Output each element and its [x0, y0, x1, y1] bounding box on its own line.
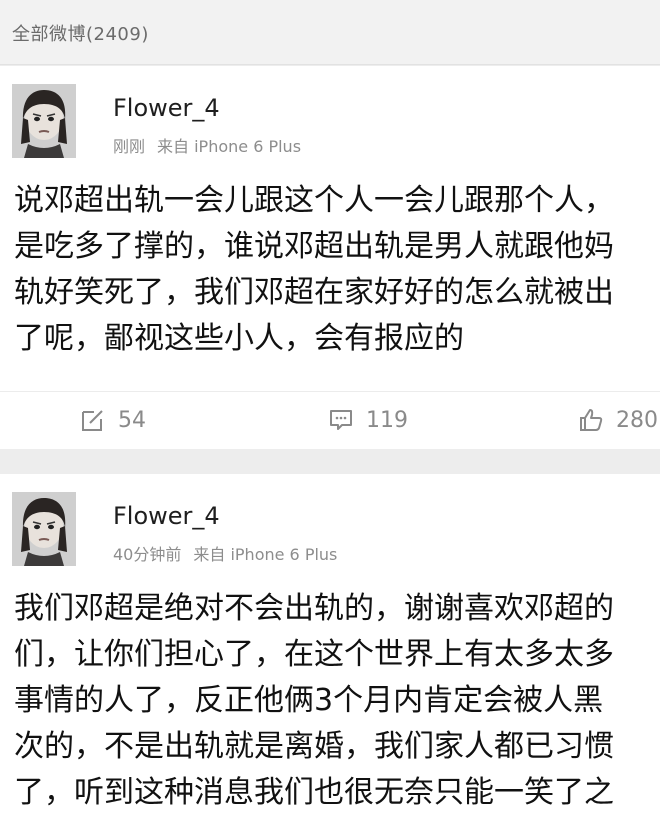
- post-meta: 刚刚 来自 iPhone 6 Plus: [113, 133, 301, 157]
- username[interactable]: Flower_4: [113, 94, 220, 122]
- post-meta: 40分钟前 来自 iPhone 6 Plus: [113, 541, 337, 565]
- all-weibo-count-title[interactable]: 全部微博(2409): [12, 20, 149, 46]
- post-text-line: 了呢，鄙视这些小人，会有报应的: [14, 321, 464, 356]
- avatar-portrait-icon: [12, 492, 76, 566]
- comment-count: 119: [366, 407, 408, 433]
- post-actions-bar: 54 119 280: [0, 391, 660, 450]
- post-text-line: 轨好笑死了，我们邓超在家好好的怎么就被出: [14, 275, 614, 310]
- post-time: 刚刚: [113, 137, 146, 156]
- post-source: 来自 iPhone 6 Plus: [193, 545, 338, 564]
- post-text-line: 了，听到这种消息我们也很无奈只能一笑了之: [14, 775, 614, 810]
- post-source: 来自 iPhone 6 Plus: [157, 137, 302, 156]
- weibo-post: Flower_4 刚刚 来自 iPhone 6 Plus 说邓超出轨一会儿跟这个人…: [0, 66, 660, 449]
- edit-square-icon: [82, 410, 103, 431]
- avatar-portrait-icon: [12, 84, 76, 158]
- thumbs-up-icon: [580, 409, 603, 431]
- like-count: 280: [616, 407, 658, 433]
- post-text-line: 次的，不是出轨就是离婚，我们家人都已习惯: [14, 729, 614, 764]
- repost-count: 54: [118, 407, 146, 433]
- top-bar: 全部微博(2409): [0, 0, 660, 65]
- avatar[interactable]: [12, 84, 76, 158]
- post-content: 我们邓超是绝对不会出轨的，谢谢喜欢邓超的 们，让你们担心了，在这个世界上有太多太…: [14, 586, 660, 816]
- post-text-line: 是吃多了撑的，谁说邓超出轨是男人就跟他妈: [14, 229, 614, 264]
- post-text-line: 我们邓超是绝对不会出轨的，谢谢喜欢邓超的: [14, 591, 614, 626]
- avatar[interactable]: [12, 492, 76, 566]
- username[interactable]: Flower_4: [113, 502, 220, 530]
- post-time: 40分钟前: [113, 545, 182, 564]
- post-text-line: 们，让你们担心了，在这个世界上有太多太多: [14, 637, 614, 672]
- comment-button[interactable]: 119: [328, 407, 408, 433]
- like-button[interactable]: 280: [578, 407, 658, 433]
- post-content: 说邓超出轨一会儿跟这个人一会儿跟那个人， 是吃多了撑的，谁说邓超出轨是男人就跟他…: [14, 178, 660, 362]
- post-text-line: 说邓超出轨一会儿跟这个人一会儿跟那个人，: [14, 183, 614, 218]
- weibo-post: Flower_4 40分钟前 来自 iPhone 6 Plus 我们邓超是绝对不会…: [0, 474, 660, 823]
- repost-button[interactable]: 54: [80, 407, 146, 433]
- comment-bubble-icon: [330, 410, 352, 430]
- post-text-line: 事情的人了，反正他俩3个月内肯定会被人黑: [14, 683, 604, 718]
